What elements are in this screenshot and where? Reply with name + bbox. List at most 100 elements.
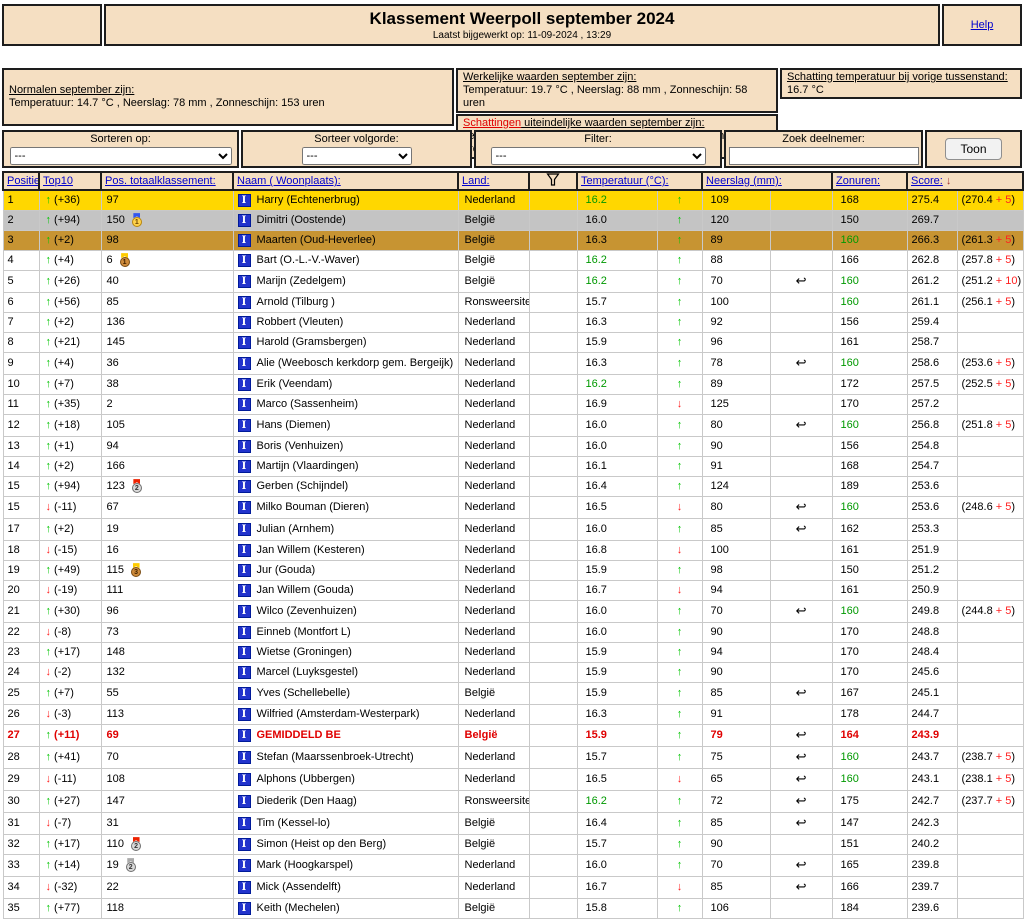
score-sort-link[interactable]: Score: [911, 175, 943, 187]
info-icon[interactable]: I [237, 335, 251, 349]
temperature-trend-cell: ↓ [656, 580, 703, 601]
participant-name: Harold (Gramsbergen) [256, 336, 367, 348]
filter-funnel-icon[interactable] [546, 173, 560, 186]
precipitation-revised-cell: ↩ [769, 812, 833, 835]
info-icon[interactable]: I [237, 356, 251, 370]
overall-position-cell: 2 [100, 394, 234, 415]
info-icon[interactable]: I [237, 686, 251, 700]
filter-spacer-cell [528, 189, 578, 211]
land-sort-link[interactable]: Land: [462, 175, 490, 187]
overall-position-value: 2 [106, 398, 113, 410]
info-icon[interactable]: I [237, 213, 251, 227]
temperature-trend-cell: ↑ [656, 270, 703, 293]
temperature-down-arrow-icon: ↓ [676, 881, 683, 893]
info-icon[interactable]: I [237, 397, 251, 411]
precipitation-cell: 98 [701, 560, 771, 581]
score-cell: 248.4 [906, 642, 958, 663]
precipitation-revised-cell [769, 292, 833, 313]
info-icon[interactable]: I [237, 625, 251, 639]
top10-change-cell: ↑ (+94) [38, 210, 102, 231]
temperature-cell: 16.0 [576, 518, 658, 541]
position-cell: 17 [2, 518, 40, 541]
precipitation-cell: 72 [701, 790, 771, 813]
info-icon[interactable]: I [237, 901, 251, 915]
help-cell: Help [942, 4, 1022, 46]
info-icon[interactable]: I [237, 728, 251, 742]
overall-position-value: 73 [106, 626, 119, 638]
score-sort-direction-icon[interactable]: ↓ [946, 175, 952, 187]
info-icon[interactable]: I [237, 604, 251, 618]
precipitation-cell: 125 [701, 394, 771, 415]
info-icon[interactable]: I [237, 750, 251, 764]
pos-totaal-sort-link[interactable]: Pos. totaalklassement: [105, 175, 216, 187]
info-icon[interactable]: I [237, 772, 251, 786]
info-icon[interactable]: I [237, 479, 251, 493]
name-cell: I Stefan (Maarssenbroek-Utrecht) [232, 746, 459, 769]
search-cell: Zoek deelnemer: [724, 130, 923, 168]
info-icon[interactable]: I [237, 816, 251, 830]
info-icon[interactable]: I [237, 583, 251, 597]
sort-order-select[interactable]: --- [301, 147, 412, 165]
temperature-up-arrow-icon: ↑ [676, 378, 683, 390]
filter-select[interactable]: --- [490, 147, 706, 165]
temperature-down-arrow-icon: ↓ [676, 544, 683, 556]
info-icon[interactable]: I [237, 295, 251, 309]
zonuren-sort-link[interactable]: Zonuren: [836, 175, 880, 187]
info-icon[interactable]: I [237, 563, 251, 577]
help-link[interactable]: Help [971, 19, 994, 31]
score-cell: 257.2 [906, 394, 958, 415]
temperature-cell: 16.4 [576, 812, 658, 835]
show-button[interactable]: Toon [945, 138, 1002, 160]
precipitation-cell: 106 [701, 898, 771, 919]
participant-name: Tim (Kessel-lo) [256, 817, 331, 829]
participant-name: Martijn (Vlaardingen) [256, 460, 359, 472]
info-icon[interactable]: I [237, 500, 251, 514]
table-row: 35 ↑ (+77) 118 I Keith (Mechelen) België 15.8 ↑… [2, 898, 1024, 919]
info-icon[interactable]: I [237, 233, 251, 247]
info-icon[interactable]: I [237, 253, 251, 267]
top10-sort-link[interactable]: Top10 [43, 175, 73, 187]
overall-position-cell: 19 2 [100, 854, 234, 877]
info-icon[interactable]: I [237, 193, 251, 207]
info-icon[interactable]: I [237, 418, 251, 432]
score-cell: 244.7 [906, 704, 958, 725]
precipitation-revised-cell [769, 332, 833, 353]
naam-sort-link[interactable]: Naam ( Woonplaats): [237, 175, 341, 187]
info-icon[interactable]: I [237, 880, 251, 894]
sort-by-select[interactable]: --- [9, 147, 232, 165]
search-input[interactable] [728, 147, 919, 165]
position-cell: 7 [2, 312, 40, 333]
temperatuur-sort-link[interactable]: Temperatuur (°C): [581, 175, 669, 187]
info-icon[interactable]: I [237, 543, 251, 557]
info-icon[interactable]: I [237, 794, 251, 808]
temperature-trend-cell: ↑ [656, 476, 703, 497]
info-icon[interactable]: I [237, 522, 251, 536]
score-detail-cell [956, 332, 1024, 353]
country-cell: België [457, 834, 530, 855]
temperature-up-arrow-icon: ↑ [676, 729, 683, 741]
positie-sort-link[interactable]: Positie: [7, 175, 37, 187]
temperature-cell: 16.2 [576, 189, 658, 211]
info-icon[interactable]: I [237, 459, 251, 473]
info-icon[interactable]: I [237, 837, 251, 851]
neerslag-sort-link[interactable]: Neerslag (mm): [706, 175, 782, 187]
participant-name: Dimitri (Oostende) [256, 214, 346, 226]
info-icon[interactable]: I [237, 315, 251, 329]
info-icon[interactable]: I [237, 858, 251, 872]
score-bonus-value: + 5 [995, 773, 1012, 785]
info-icon[interactable]: I [237, 377, 251, 391]
temperature-trend-cell: ↓ [656, 496, 703, 519]
info-icon[interactable]: I [237, 665, 251, 679]
info-icon[interactable]: I [237, 439, 251, 453]
info-icon[interactable]: I [237, 645, 251, 659]
top10-change-value: (+27) [51, 795, 81, 807]
score-detail-cell [956, 312, 1024, 333]
position-cell: 11 [2, 394, 40, 415]
info-icon[interactable]: I [237, 707, 251, 721]
info-icon[interactable]: I [237, 274, 251, 288]
score-cell: 269.7 [906, 210, 958, 231]
temperature-trend-cell: ↑ [656, 456, 703, 477]
temperature-trend-cell: ↑ [656, 790, 703, 813]
overall-position-value: 145 [106, 336, 125, 348]
score-detail-cell: (261.3 + 5) [956, 230, 1024, 251]
